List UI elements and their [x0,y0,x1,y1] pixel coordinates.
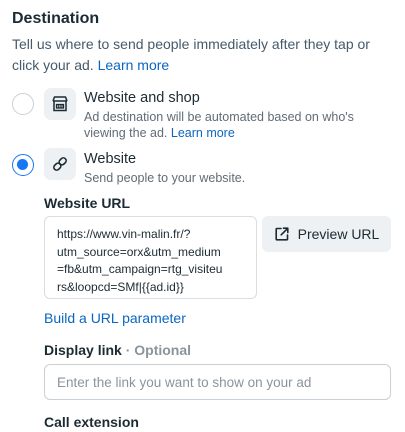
storefront-icon [44,88,76,120]
preview-url-label: Preview URL [297,226,380,242]
display-link-input[interactable] [44,364,391,400]
description-text: Tell us where to send people immediately… [12,36,370,73]
radio-website[interactable] [12,154,34,176]
display-link-label-text: Display link [44,342,122,358]
preview-url-button[interactable]: Preview URL [262,216,391,252]
build-url-parameter-link[interactable]: Build a URL parameter [44,310,186,326]
call-extension-label: Call extension [44,414,139,430]
section-title: Destination [12,10,100,27]
option-label-website-and-shop: Website and shop [84,90,200,106]
display-link-label: Display link · Optional [44,342,191,358]
website-url-label: Website URL [44,195,131,211]
external-link-icon [274,226,290,242]
optional-tag: · Optional [125,342,192,358]
option-learn-more-link[interactable]: Learn more [171,126,235,140]
option-sub-website: Send people to your website. [84,171,246,185]
option-sub-website-and-shop: Ad destination will be automated based o… [84,109,394,141]
learn-more-link[interactable]: Learn more [98,57,170,73]
option-label-website: Website [84,151,137,167]
link-icon [44,148,76,180]
radio-website-and-shop[interactable] [12,93,34,115]
website-url-field[interactable]: https://www.vin-malin.fr/? utm_source=or… [44,216,257,299]
section-description: Tell us where to send people immediately… [12,34,390,76]
